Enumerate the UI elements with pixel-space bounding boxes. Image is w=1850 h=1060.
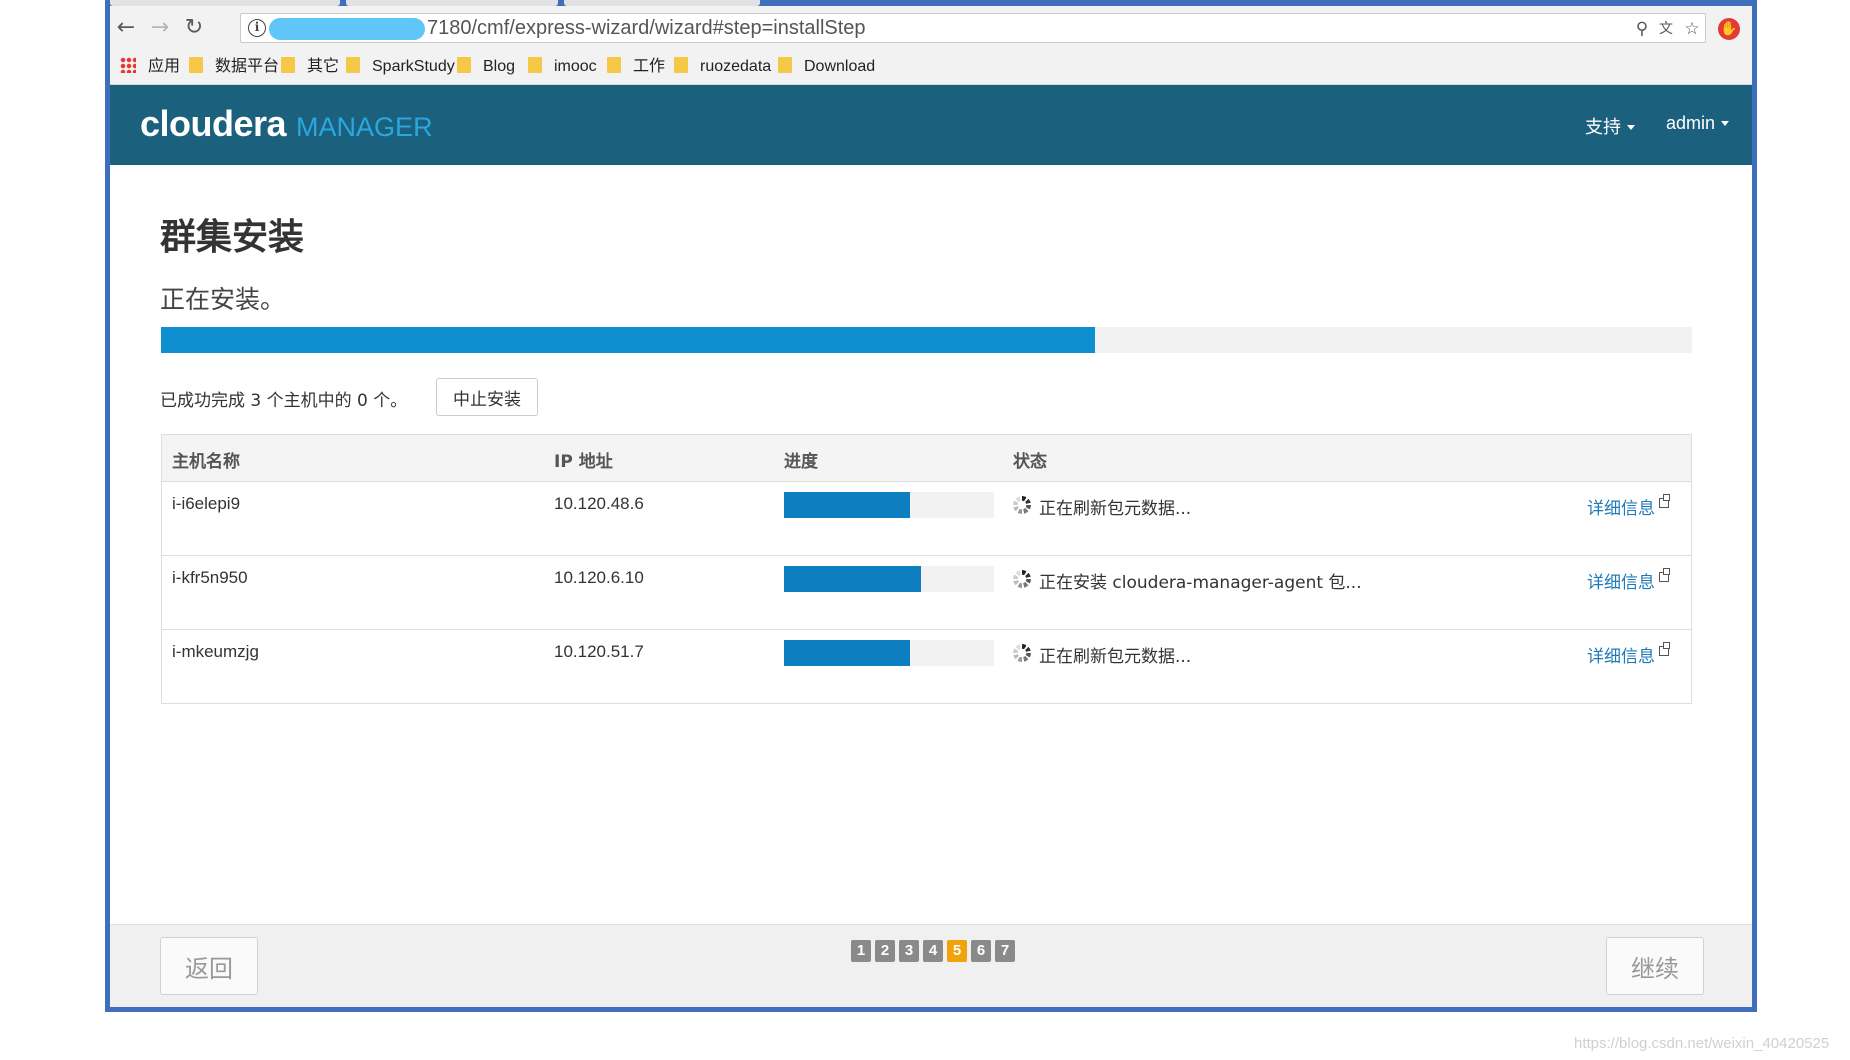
wizard-step: 3 bbox=[899, 940, 919, 962]
host-status: 正在安装 cloudera-manager-agent 包... bbox=[1039, 573, 1362, 593]
folder-icon bbox=[607, 57, 621, 73]
bookmark-item[interactable]: Blog bbox=[457, 56, 515, 78]
overall-progress-fill bbox=[161, 327, 1095, 353]
caret-down-icon bbox=[1627, 125, 1635, 130]
folder-icon bbox=[528, 57, 542, 73]
browser-toolbar: ← → ↻ i 7180/cmf/express-wizard/wizard#s… bbox=[110, 6, 1752, 50]
overall-progress-bar bbox=[161, 327, 1692, 353]
user-menu[interactable]: admin bbox=[1666, 113, 1730, 134]
details-link[interactable]: 详细信息 bbox=[1587, 494, 1655, 519]
wizard-step: 2 bbox=[875, 940, 895, 962]
column-header-host: 主机名称 bbox=[172, 452, 240, 472]
table-row: i-mkeumzjg 10.120.51.7 正在刷新包元数据... 详细信息 bbox=[162, 630, 1691, 703]
ip-address: 10.120.51.7 bbox=[554, 642, 644, 661]
details-link[interactable]: 详细信息 bbox=[1587, 568, 1655, 593]
host-name: i-kfr5n950 bbox=[172, 568, 248, 587]
stop-icon[interactable]: ✋ bbox=[1718, 18, 1740, 40]
continue-button[interactable]: 继续 bbox=[1606, 937, 1704, 995]
wizard-footer: 返回 1234567 继续 bbox=[110, 924, 1752, 1007]
folder-icon bbox=[674, 57, 688, 73]
folder-icon bbox=[189, 57, 203, 73]
host-name: i-i6elepi9 bbox=[172, 494, 241, 513]
host-status: 正在刷新包元数据... bbox=[1039, 647, 1192, 667]
folder-icon bbox=[281, 57, 295, 73]
app-header: cloudera MANAGER 支持 admin bbox=[110, 85, 1752, 165]
bookmark-item[interactable]: imooc bbox=[528, 56, 597, 78]
wizard-step: 5 bbox=[947, 940, 967, 962]
wizard-step: 4 bbox=[923, 940, 943, 962]
completion-summary: 已成功完成 3 个主机中的 0 个。 bbox=[160, 391, 408, 411]
back-button[interactable]: 返回 bbox=[160, 937, 258, 995]
host-progress-fill bbox=[784, 566, 921, 592]
bookmark-item[interactable]: 数据平台 bbox=[189, 56, 279, 78]
table-row: i-kfr5n950 10.120.6.10 正在安装 cloudera-man… bbox=[162, 556, 1691, 630]
folder-icon bbox=[778, 57, 792, 73]
wizard-step: 1 bbox=[851, 940, 871, 962]
ip-address: 10.120.48.6 bbox=[554, 494, 644, 513]
details-link[interactable]: 详细信息 bbox=[1587, 642, 1655, 667]
host-progress-fill bbox=[784, 492, 910, 518]
column-header-progress: 进度 bbox=[784, 452, 818, 472]
folder-icon bbox=[457, 57, 471, 73]
bookmark-item[interactable]: SparkStudy bbox=[346, 56, 455, 78]
url-text[interactable]: 7180/cmf/express-wizard/wizard#step=inst… bbox=[427, 17, 866, 40]
key-icon[interactable]: ⚲ bbox=[1631, 18, 1653, 40]
bookmark-item[interactable]: 其它 bbox=[281, 56, 339, 78]
column-header-ip: IP 地址 bbox=[554, 452, 613, 472]
host-name: i-mkeumzjg bbox=[172, 642, 259, 661]
external-link-icon[interactable] bbox=[1659, 568, 1670, 582]
browser-window: ← → ↻ i 7180/cmf/express-wizard/wizard#s… bbox=[105, 0, 1757, 1012]
reload-icon[interactable]: ↻ bbox=[180, 14, 208, 42]
bookmark-apps[interactable]: 应用 bbox=[120, 56, 180, 78]
table-header: 主机名称 IP 地址 进度 状态 bbox=[162, 435, 1691, 482]
url-redaction bbox=[269, 18, 425, 40]
install-status-text: 正在安装。 bbox=[160, 285, 286, 314]
hosts-table: 主机名称 IP 地址 进度 状态 i-i6elepi9 10.120.48.6 … bbox=[161, 434, 1692, 704]
star-icon[interactable]: ☆ bbox=[1681, 18, 1703, 40]
bookmark-item[interactable]: 工作 bbox=[607, 56, 665, 78]
watermark: https://blog.csdn.net/weixin_40420525 bbox=[1574, 1035, 1830, 1052]
host-progress-bar bbox=[784, 566, 994, 592]
spinner-icon bbox=[1013, 496, 1031, 514]
folder-icon bbox=[346, 57, 360, 73]
wizard-step-indicator: 1234567 bbox=[851, 940, 1019, 962]
support-menu[interactable]: 支持 bbox=[1585, 113, 1635, 139]
abort-install-button[interactable]: 中止安装 bbox=[436, 378, 538, 416]
ip-address: 10.120.6.10 bbox=[554, 568, 644, 587]
external-link-icon[interactable] bbox=[1659, 494, 1670, 508]
wizard-step: 7 bbox=[995, 940, 1015, 962]
caret-down-icon bbox=[1721, 121, 1730, 126]
address-bar[interactable]: i 7180/cmf/express-wizard/wizard#step=in… bbox=[240, 13, 1706, 43]
arrow-left-icon[interactable]: ← bbox=[112, 14, 140, 42]
spinner-icon bbox=[1013, 570, 1031, 588]
host-progress-bar bbox=[784, 492, 994, 518]
spinner-icon bbox=[1013, 644, 1031, 662]
column-header-status: 状态 bbox=[1013, 452, 1047, 472]
bookmark-item[interactable]: Download bbox=[778, 56, 875, 78]
info-icon[interactable]: i bbox=[248, 19, 266, 37]
host-progress-fill bbox=[784, 640, 910, 666]
page-title: 群集安装 bbox=[160, 217, 305, 258]
host-status: 正在刷新包元数据... bbox=[1039, 499, 1192, 519]
external-link-icon[interactable] bbox=[1659, 642, 1670, 656]
bookmark-item[interactable]: ruozedata bbox=[674, 56, 771, 78]
cloudera-logo[interactable]: cloudera MANAGER bbox=[140, 103, 433, 145]
table-row: i-i6elepi9 10.120.48.6 正在刷新包元数据... 详细信息 bbox=[162, 482, 1691, 556]
arrow-right-icon[interactable]: → bbox=[146, 14, 174, 42]
host-progress-bar bbox=[784, 640, 994, 666]
apps-grid-icon bbox=[120, 57, 136, 73]
bookmarks-bar: 应用 数据平台 其它 SparkStudy Blog imooc 工作 ruoz… bbox=[110, 50, 1752, 85]
translate-icon[interactable]: 文 bbox=[1655, 18, 1677, 40]
wizard-step: 6 bbox=[971, 940, 991, 962]
